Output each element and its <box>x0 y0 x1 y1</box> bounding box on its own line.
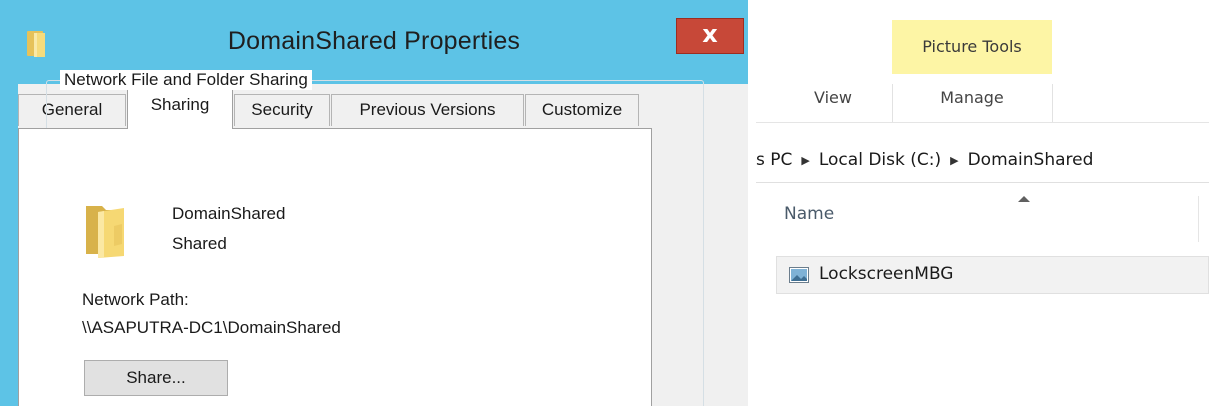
ribbon-tab-manage[interactable]: Manage <box>893 74 1051 122</box>
file-explorer-window: Picture Tools View Manage s PC ▶ Local Dis… <box>748 0 1209 406</box>
column-divider[interactable] <box>1198 196 1199 242</box>
shared-folder-icon <box>86 206 124 258</box>
ribbon-divider <box>1052 84 1053 122</box>
group-title: Network File and Folder Sharing <box>60 70 312 90</box>
file-list-item[interactable]: LockscreenMBG <box>776 256 1209 294</box>
share-button[interactable]: Share... <box>84 360 228 396</box>
dialog-title: DomainShared Properties <box>227 27 521 55</box>
address-separator <box>756 182 1209 183</box>
breadcrumb-domainshared[interactable]: DomainShared <box>968 150 1094 170</box>
window-border <box>748 0 756 406</box>
network-path-value: \\ASAPUTRA-DC1\DomainShared <box>82 318 341 337</box>
breadcrumb-arrow-icon[interactable]: ▶ <box>801 154 809 167</box>
shared-status: Shared <box>172 234 227 253</box>
ribbon-separator <box>756 122 1209 123</box>
picture-tools-tab-group: Picture Tools <box>892 20 1052 74</box>
close-icon: x <box>702 20 718 48</box>
image-file-icon <box>789 267 809 283</box>
ribbon-tab-row: View Manage <box>756 74 1209 122</box>
file-name: LockscreenMBG <box>819 264 954 284</box>
sort-ascending-icon <box>1018 196 1030 202</box>
address-bar[interactable]: s PC ▶ Local Disk (C:) ▶ DomainShared <box>756 139 1209 181</box>
breadcrumb-local-disk[interactable]: Local Disk (C:) <box>819 150 941 170</box>
shared-folder-name: DomainShared <box>172 204 286 223</box>
ribbon-tab-view[interactable]: View <box>776 74 890 122</box>
close-button[interactable]: x <box>676 18 744 54</box>
breadcrumb-this-pc[interactable]: s PC <box>756 150 792 170</box>
column-header-name[interactable]: Name <box>784 204 834 224</box>
tab-sharing[interactable]: Sharing <box>127 87 233 129</box>
explorer-title-bar[interactable]: Picture Tools <box>756 0 1209 74</box>
breadcrumb-arrow-icon[interactable]: ▶ <box>950 154 958 167</box>
network-path-label: Network Path: <box>82 290 189 309</box>
properties-dialog: DomainShared Properties x General Sharin… <box>0 0 748 406</box>
